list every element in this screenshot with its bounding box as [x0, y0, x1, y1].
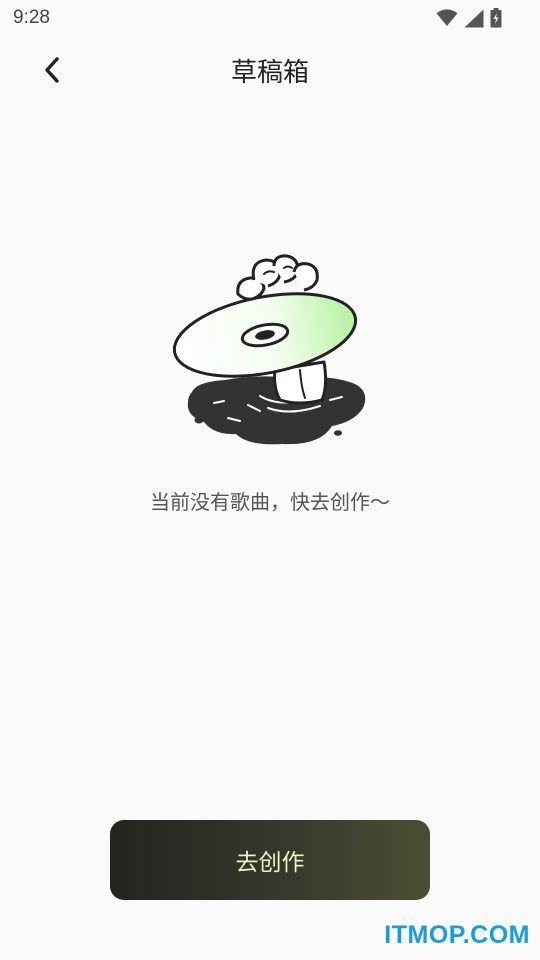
create-button-label: 去创作: [235, 850, 305, 876]
status-icons: [436, 7, 502, 29]
watermark: ITMOP.COM: [384, 921, 530, 949]
signal-icon: [464, 9, 484, 27]
status-bar: 9:28: [0, 0, 540, 36]
wifi-icon: [436, 9, 458, 26]
disc-in-puddle-illustration: [172, 254, 366, 445]
create-button[interactable]: 去创作: [110, 820, 430, 900]
page-title: 草稿箱: [230, 58, 309, 88]
nav-bar: 草稿箱: [0, 36, 540, 104]
battery-icon: [490, 8, 502, 28]
empty-state-message: 当前没有歌曲，快去创作～: [150, 490, 390, 514]
status-time: 9:28: [13, 7, 50, 28]
